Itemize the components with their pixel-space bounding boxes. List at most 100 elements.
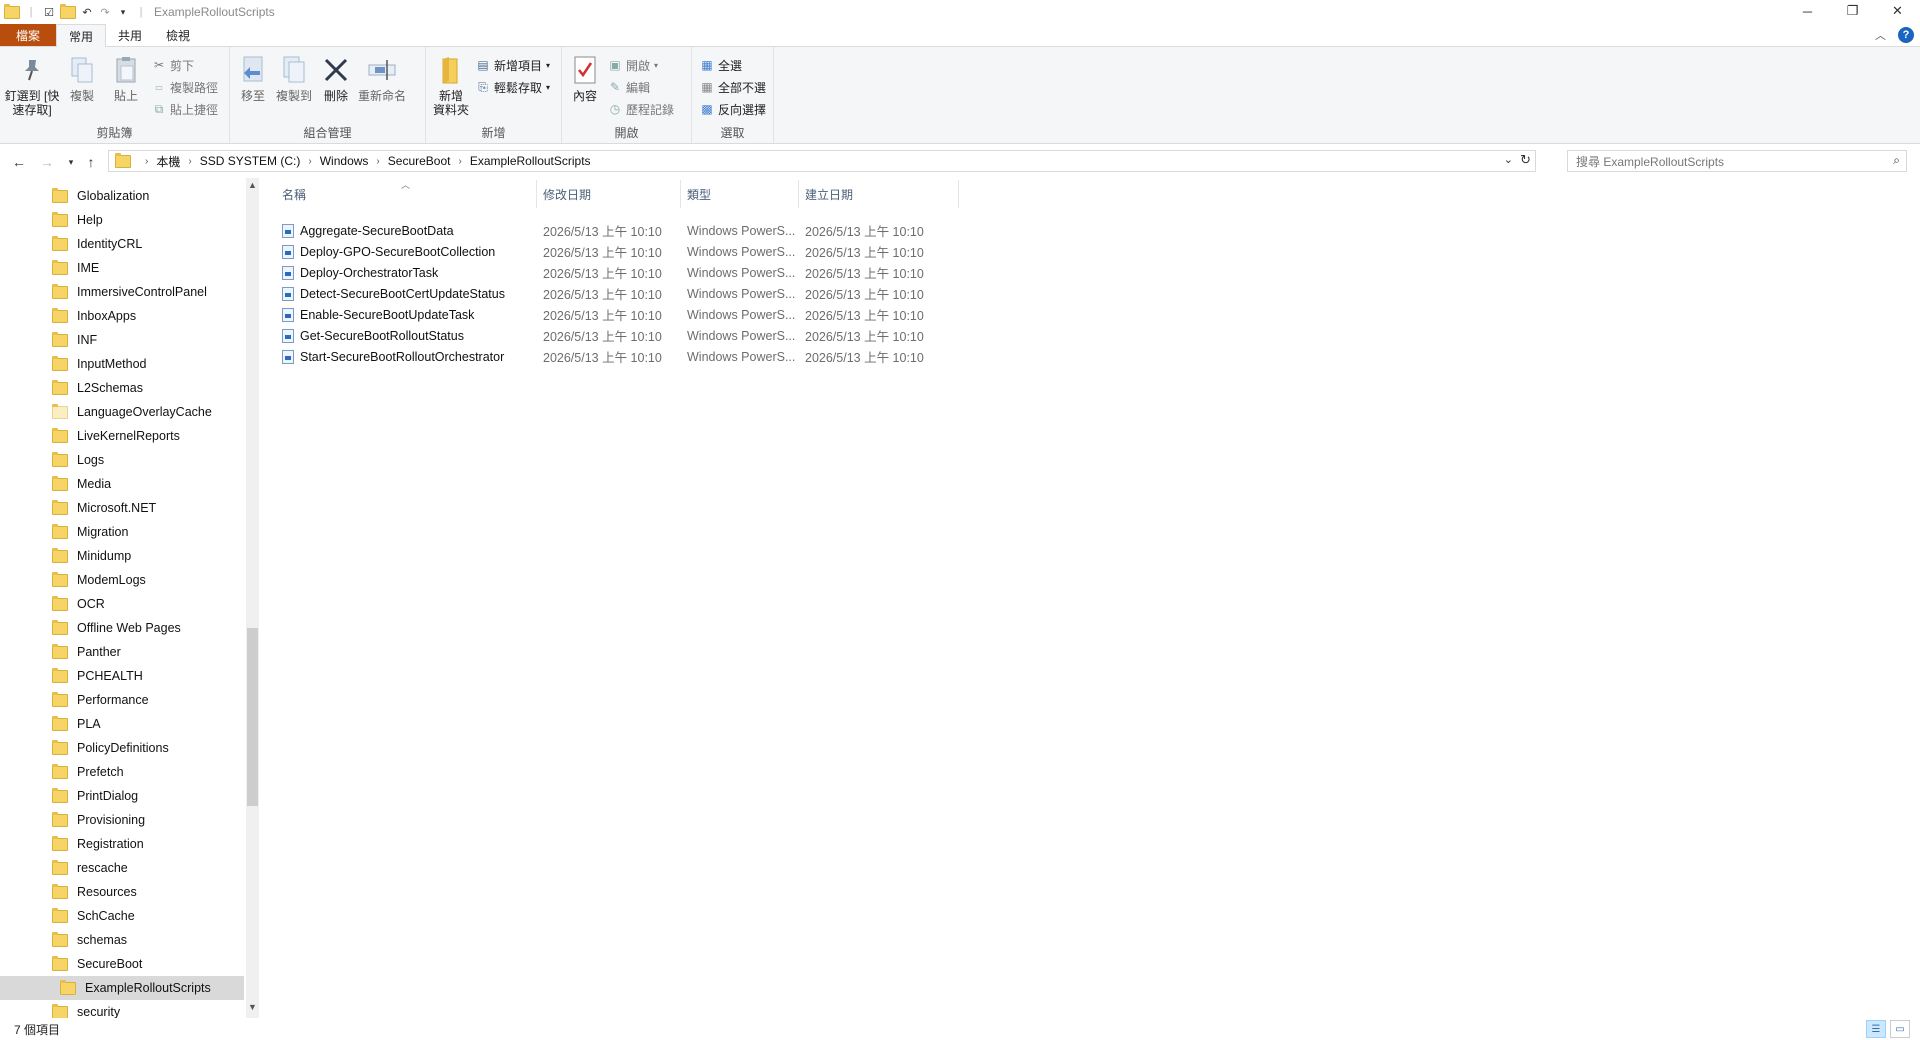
nav-item[interactable]: InputMethod: [0, 352, 244, 376]
scroll-thumb[interactable]: [247, 628, 258, 806]
nav-item[interactable]: PolicyDefinitions: [0, 736, 244, 760]
breadcrumb-secureboot[interactable]: SecureBoot ›: [388, 154, 470, 168]
tab-view[interactable]: 檢視: [154, 24, 202, 46]
file-row[interactable]: Deploy-GPO-SecureBootCollection 2026/5/13…: [276, 241, 976, 262]
nav-item[interactable]: Globalization: [0, 184, 244, 208]
nav-item[interactable]: Help: [0, 208, 244, 232]
file-row[interactable]: Enable-SecureBootUpdateTask 2026/5/13 上午 …: [276, 304, 976, 325]
column-header-modified[interactable]: 修改日期: [537, 180, 681, 208]
file-row[interactable]: Detect-SecureBootCertUpdateStatus 2026/5/…: [276, 283, 976, 304]
refresh-icon[interactable]: ↻: [1520, 152, 1531, 168]
open-button[interactable]: ▣ 開啟 ▾: [608, 55, 674, 75]
nav-item[interactable]: PrintDialog: [0, 784, 244, 808]
column-header-created[interactable]: 建立日期: [799, 180, 959, 208]
select-none-button[interactable]: ▦ 全部不選: [700, 77, 766, 97]
folder-icon: [52, 355, 68, 371]
select-all-button[interactable]: ▦ 全選: [700, 55, 766, 75]
paste-shortcut-button[interactable]: ⧉ 貼上捷徑: [152, 99, 218, 119]
nav-item[interactable]: ImmersiveControlPanel: [0, 280, 244, 304]
nav-item[interactable]: INF: [0, 328, 244, 352]
nav-item[interactable]: Provisioning: [0, 808, 244, 832]
nav-item[interactable]: IME: [0, 256, 244, 280]
tab-file[interactable]: 檔案: [0, 24, 56, 46]
nav-item[interactable]: SecureBoot: [0, 952, 244, 976]
address-dropdown-icon[interactable]: ⌄: [1504, 153, 1513, 166]
nav-item[interactable]: PCHEALTH: [0, 664, 244, 688]
back-button[interactable]: ←: [8, 151, 30, 173]
nav-item[interactable]: Prefetch: [0, 760, 244, 784]
minimize-button[interactable]: ─: [1785, 0, 1830, 22]
title-bar: | ☑ ↶ ↷ ▾ | ExampleRolloutScripts ─ ❐ ✕: [0, 0, 1920, 24]
nav-item[interactable]: ModemLogs: [0, 568, 244, 592]
nav-scrollbar[interactable]: ▲ ▼: [246, 178, 259, 1018]
file-row[interactable]: Deploy-OrchestratorTask 2026/5/13 上午 10:1…: [276, 262, 976, 283]
redo-icon[interactable]: ↷: [98, 5, 112, 19]
nav-item[interactable]: Microsoft.NET: [0, 496, 244, 520]
up-button[interactable]: ↑: [80, 151, 102, 173]
new-item-button[interactable]: ▤ 新增項目 ▾: [476, 55, 550, 75]
history-button[interactable]: ◷ 歷程記錄: [608, 99, 674, 119]
close-button[interactable]: ✕: [1875, 0, 1920, 22]
recent-locations-icon[interactable]: ▾: [60, 151, 82, 173]
nav-item[interactable]: LanguageOverlayCache: [0, 400, 244, 424]
file-row[interactable]: Start-SecureBootRolloutOrchestrator 2026/…: [276, 346, 976, 367]
large-icons-view-icon[interactable]: ▭: [1890, 1020, 1910, 1038]
scroll-up-icon[interactable]: ▲: [246, 180, 259, 194]
nav-item[interactable]: LiveKernelReports: [0, 424, 244, 448]
nav-item[interactable]: security: [0, 1000, 244, 1018]
restore-button[interactable]: ❐: [1830, 0, 1875, 22]
nav-item[interactable]: Resources: [0, 880, 244, 904]
nav-item[interactable]: Registration: [0, 832, 244, 856]
nav-item[interactable]: IdentityCRL: [0, 232, 244, 256]
nav-item[interactable]: Logs: [0, 448, 244, 472]
nav-item-label: PCHEALTH: [77, 669, 143, 683]
nav-item[interactable]: ExampleRolloutScripts: [0, 976, 244, 1000]
nav-item[interactable]: Media: [0, 472, 244, 496]
collapse-ribbon-icon[interactable]: ︿: [1875, 27, 1886, 43]
nav-item[interactable]: schemas: [0, 928, 244, 952]
file-row[interactable]: Get-SecureBootRolloutStatus 2026/5/13 上午 …: [276, 325, 976, 346]
folder-icon: [52, 907, 68, 923]
easy-access-button[interactable]: ⎘ 輕鬆存取 ▾: [476, 77, 550, 97]
breadcrumb-drive[interactable]: SSD SYSTEM (C:) ›: [200, 154, 320, 168]
address-bar[interactable]: › 本機 › SSD SYSTEM (C:) › Windows › SecureBo…: [108, 150, 1536, 172]
customize-dropdown-icon[interactable]: ▾: [116, 5, 130, 19]
undo-icon[interactable]: ↶: [80, 5, 94, 19]
help-icon[interactable]: ?: [1898, 27, 1914, 43]
nav-item[interactable]: InboxApps: [0, 304, 244, 328]
nav-item[interactable]: rescache: [0, 856, 244, 880]
nav-item[interactable]: Offline Web Pages: [0, 616, 244, 640]
tab-home[interactable]: 常用: [56, 24, 107, 47]
nav-item[interactable]: Panther: [0, 640, 244, 664]
search-input[interactable]: 搜尋 ExampleRolloutScripts ⌕: [1567, 150, 1907, 172]
nav-item[interactable]: SchCache: [0, 904, 244, 928]
nav-item-label: Minidump: [77, 549, 132, 563]
column-header-name[interactable]: 名稱: [276, 180, 537, 208]
file-name: Start-SecureBootRolloutOrchestrator: [282, 349, 504, 364]
invert-selection-button[interactable]: ▩ 反向選擇: [700, 99, 766, 119]
nav-item-label: INF: [77, 333, 98, 347]
breadcrumb-this-pc[interactable]: 本機 ›: [156, 153, 199, 170]
breadcrumb-windows[interactable]: Windows ›: [320, 154, 388, 168]
cut-button[interactable]: ✂ 剪下: [152, 55, 218, 75]
file-row[interactable]: Aggregate-SecureBootData 2026/5/13 上午 10:…: [276, 220, 976, 241]
nav-item-label: ExampleRolloutScripts: [85, 981, 211, 995]
details-view-icon[interactable]: ☰: [1866, 1020, 1886, 1038]
invert-selection-icon: ▩: [701, 102, 713, 116]
nav-item[interactable]: Migration: [0, 520, 244, 544]
paste-shortcut-label: 貼上捷徑: [170, 102, 219, 117]
breadcrumb-current[interactable]: ExampleRolloutScripts: [470, 154, 591, 168]
nav-item[interactable]: L2Schemas: [0, 376, 244, 400]
tab-share[interactable]: 共用: [106, 24, 154, 46]
properties-icon[interactable]: ☑: [42, 5, 56, 19]
forward-button[interactable]: →: [36, 151, 58, 173]
new-folder-icon[interactable]: [60, 3, 76, 19]
edit-button[interactable]: ✎ 編輯: [608, 77, 674, 97]
nav-item[interactable]: Minidump: [0, 544, 244, 568]
scroll-down-icon[interactable]: ▼: [246, 1002, 259, 1016]
column-header-type[interactable]: 類型: [681, 180, 799, 208]
nav-item[interactable]: PLA: [0, 712, 244, 736]
nav-item[interactable]: Performance: [0, 688, 244, 712]
copy-path-button[interactable]: ▭ 複製路徑: [152, 77, 218, 97]
nav-item[interactable]: OCR: [0, 592, 244, 616]
